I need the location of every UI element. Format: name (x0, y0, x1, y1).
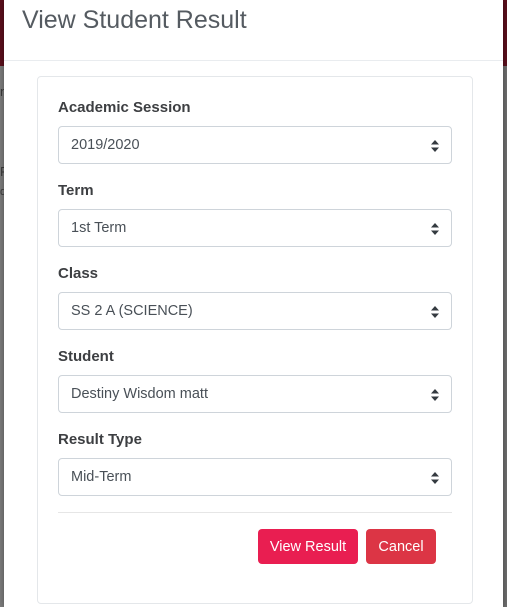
view-result-button[interactable]: View Result (258, 529, 358, 564)
select-caret-icon (431, 389, 439, 401)
academic-session-select[interactable]: 2019/2020 (58, 126, 452, 164)
modal-header: View Student Result (4, 0, 503, 61)
student-select[interactable]: Destiny Wisdom matt (58, 375, 452, 413)
select-caret-icon (431, 140, 439, 152)
view-result-modal: View Student Result Academic Session 201… (4, 0, 503, 607)
result-type-select[interactable]: Mid-Term (58, 458, 452, 496)
student-label: Student (58, 348, 114, 365)
academic-session-label: Academic Session (58, 99, 191, 116)
term-value: 1st Term (71, 220, 127, 236)
select-caret-icon (431, 472, 439, 484)
student-value: Destiny Wisdom matt (71, 386, 208, 402)
class-label: Class (58, 265, 99, 282)
term-group: Term 1st Term (58, 182, 452, 247)
result-type-value: Mid-Term (71, 469, 132, 485)
result-type-label: Result Type (58, 431, 142, 448)
form-divider (58, 512, 452, 513)
select-caret-icon (431, 306, 439, 318)
result-form-card: Academic Session 2019/2020 Term 1st Term… (37, 76, 473, 604)
academic-session-value: 2019/2020 (71, 137, 140, 153)
term-select[interactable]: 1st Term (58, 209, 452, 247)
cancel-button[interactable]: Cancel (366, 529, 436, 564)
select-caret-icon (431, 223, 439, 235)
modal-title: View Student Result (22, 6, 247, 34)
term-label: Term (58, 182, 94, 199)
result-type-group: Result Type Mid-Term (58, 431, 452, 496)
student-group: Student Destiny Wisdom matt (58, 348, 452, 413)
class-value: SS 2 A (SCIENCE) (71, 303, 193, 319)
class-select[interactable]: SS 2 A (SCIENCE) (58, 292, 452, 330)
academic-session-group: Academic Session 2019/2020 (58, 99, 452, 164)
class-group: Class SS 2 A (SCIENCE) (58, 265, 452, 330)
